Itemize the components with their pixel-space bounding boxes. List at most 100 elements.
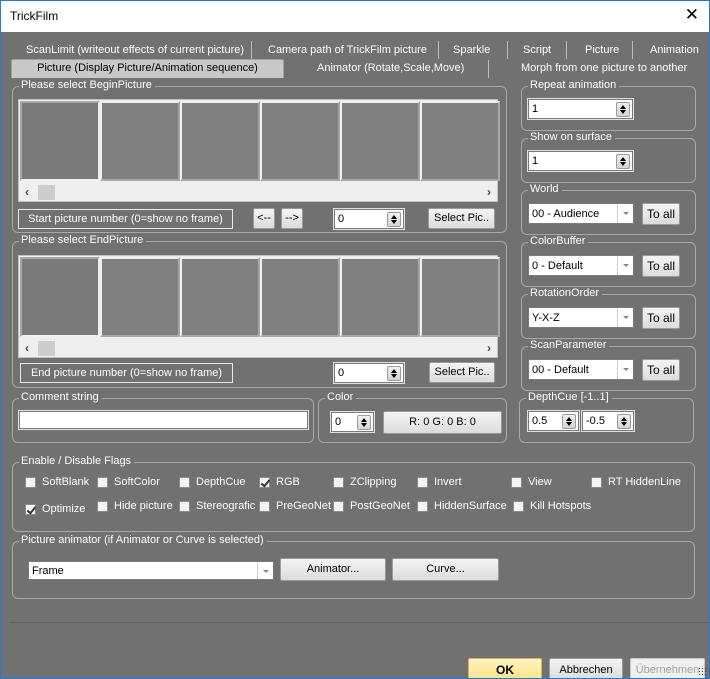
flag-checkbox-zclipping[interactable]: ZClipping — [333, 476, 396, 488]
checkbox-unchecked-icon[interactable] — [97, 500, 108, 512]
checkbox-unchecked-icon[interactable] — [97, 476, 108, 488]
spin-updown-icon[interactable] — [387, 212, 401, 227]
flag-checkbox-rt-hiddenline[interactable]: RT HiddenLine — [591, 476, 681, 488]
frame-thumbnail[interactable] — [260, 257, 340, 337]
checkbox-unchecked-icon[interactable] — [259, 500, 270, 512]
animator-mode-select[interactable]: Frame — [28, 561, 274, 580]
world-select[interactable]: 00 - Audience — [528, 203, 634, 224]
flag-checkbox-softblank[interactable]: SoftBlank — [25, 476, 89, 488]
apply-button[interactable]: Übernehmen — [630, 658, 705, 678]
select-end-picture-button[interactable]: Select Pic.. — [429, 362, 495, 383]
frame-thumbnail[interactable] — [260, 101, 340, 181]
flag-checkbox-softcolor[interactable]: SoftColor — [97, 476, 160, 488]
frame-thumbnail[interactable] — [420, 257, 500, 337]
horizontal-scrollbar[interactable]: ‹ › — [20, 340, 496, 357]
begin-picture-strip[interactable]: ‹ › — [18, 99, 500, 202]
tab-scanlimit[interactable]: ScanLimit (writeout effects of current p… — [26, 44, 244, 56]
chevron-down-icon[interactable] — [617, 308, 633, 327]
checkbox-unchecked-icon[interactable] — [591, 476, 602, 488]
tab-script[interactable]: Script — [523, 44, 551, 56]
colorbuffer-select[interactable]: 0 - Default — [528, 255, 634, 276]
curve-button[interactable]: Curve... — [392, 558, 499, 581]
rotation-order-to-all-button[interactable]: To all — [642, 307, 680, 329]
frame-thumbnail[interactable] — [420, 101, 500, 181]
depthcue-max-spinner[interactable]: -0.5 — [581, 410, 635, 432]
color-rgb-button[interactable]: R: 0 G: 0 B: 0 — [383, 411, 502, 434]
frame-thumbnail[interactable] — [20, 101, 100, 181]
rotation-order-select[interactable]: Y-X-Z — [528, 307, 634, 328]
tab-sparkle[interactable]: Sparkle — [453, 44, 490, 56]
frame-thumbnail[interactable] — [100, 101, 180, 181]
spin-updown-icon[interactable] — [616, 102, 630, 117]
frame-thumbnail[interactable] — [340, 101, 420, 181]
checkbox-checked-icon[interactable] — [259, 476, 270, 488]
show-on-surface-spinner[interactable]: 1 — [527, 150, 634, 172]
frame-thumbnail[interactable] — [20, 257, 100, 337]
flag-checkbox-optimize[interactable]: Optimize — [25, 503, 85, 515]
scroll-left-icon[interactable]: ‹ — [25, 185, 29, 199]
close-icon[interactable]: ✕ — [685, 5, 699, 25]
tab-animator[interactable]: Animator (Rotate,Scale,Move) — [317, 62, 464, 74]
flag-checkbox-kill-hotspots[interactable]: Kill Hotspots — [513, 500, 591, 512]
start-picture-number-spinner[interactable]: 0 — [333, 208, 405, 230]
frame-thumbnail[interactable] — [180, 101, 260, 181]
select-begin-picture-button[interactable]: Select Pic.. — [428, 208, 495, 229]
flag-checkbox-rgb[interactable]: RGB — [259, 476, 300, 488]
flag-checkbox-hide-picture[interactable]: Hide picture — [97, 500, 173, 512]
prev-picture-button[interactable]: <-- — [253, 208, 275, 229]
flag-checkbox-view[interactable]: View — [511, 476, 552, 488]
colorbuffer-to-all-button[interactable]: To all — [642, 255, 680, 277]
flag-checkbox-hiddensurface[interactable]: HiddenSurface — [417, 500, 507, 512]
checkbox-unchecked-icon[interactable] — [513, 500, 524, 512]
spin-updown-icon[interactable] — [616, 154, 630, 169]
world-to-all-button[interactable]: To all — [642, 203, 680, 225]
next-picture-button[interactable]: --> — [281, 208, 303, 229]
flag-checkbox-pregeonet[interactable]: PreGeoNet — [259, 500, 331, 512]
comment-input[interactable] — [18, 410, 309, 430]
scan-parameter-select[interactable]: 00 - Default — [528, 359, 634, 380]
scroll-left-icon[interactable]: ‹ — [25, 341, 29, 355]
flag-checkbox-invert[interactable]: Invert — [417, 476, 462, 488]
checkbox-unchecked-icon[interactable] — [511, 476, 522, 488]
depthcue-min-spinner[interactable]: 0.5 — [527, 410, 580, 432]
tab-animation[interactable]: Animation — [650, 44, 699, 56]
scroll-right-icon[interactable]: › — [487, 185, 491, 199]
spin-updown-icon[interactable] — [562, 414, 576, 429]
frame-thumbnail[interactable] — [340, 257, 420, 337]
flag-checkbox-postgeonet[interactable]: PostGeoNet — [333, 500, 410, 512]
chevron-down-icon[interactable] — [617, 256, 633, 275]
scrollbar-thumb[interactable] — [38, 341, 55, 356]
checkbox-unchecked-icon[interactable] — [179, 476, 190, 488]
animator-button[interactable]: Animator... — [280, 558, 386, 581]
spin-updown-icon[interactable] — [617, 414, 631, 429]
chevron-down-icon[interactable] — [617, 360, 633, 379]
end-picture-number-spinner[interactable]: 0 — [333, 362, 405, 384]
checkbox-unchecked-icon[interactable] — [179, 500, 190, 512]
tab-morph[interactable]: Morph from one picture to another — [521, 62, 687, 74]
spin-updown-icon[interactable] — [387, 366, 401, 381]
tab-picture[interactable]: Picture — [585, 44, 619, 56]
ok-button[interactable]: OK — [468, 658, 542, 678]
scroll-right-icon[interactable]: › — [487, 341, 491, 355]
end-picture-strip[interactable]: ‹ › — [18, 255, 500, 358]
cancel-button[interactable]: Abbrechen — [549, 658, 623, 678]
chevron-down-icon[interactable] — [617, 204, 633, 223]
repeat-animation-spinner[interactable]: 1 — [527, 98, 634, 120]
flag-checkbox-depthcue[interactable]: DepthCue — [179, 476, 246, 488]
resize-grip-icon[interactable] — [698, 667, 708, 677]
frame-thumbnail[interactable] — [100, 257, 180, 337]
flag-checkbox-stereografic[interactable]: Stereografic — [179, 500, 255, 512]
horizontal-scrollbar[interactable]: ‹ › — [20, 184, 496, 201]
color-index-spinner[interactable]: 0 — [330, 411, 375, 433]
checkbox-unchecked-icon[interactable] — [417, 500, 428, 512]
checkbox-unchecked-icon[interactable] — [333, 500, 344, 512]
chevron-down-icon[interactable] — [257, 562, 273, 579]
scrollbar-thumb[interactable] — [38, 185, 55, 200]
tab-camera-path[interactable]: Camera path of TrickFilm picture — [268, 44, 427, 56]
checkbox-unchecked-icon[interactable] — [417, 476, 428, 488]
tab-picture-display[interactable]: Picture (Display Picture/Animation seque… — [11, 59, 284, 78]
checkbox-unchecked-icon[interactable] — [25, 476, 36, 488]
checkbox-unchecked-icon[interactable] — [333, 476, 344, 488]
frame-thumbnail[interactable] — [180, 257, 260, 337]
scan-parameter-to-all-button[interactable]: To all — [642, 359, 680, 381]
